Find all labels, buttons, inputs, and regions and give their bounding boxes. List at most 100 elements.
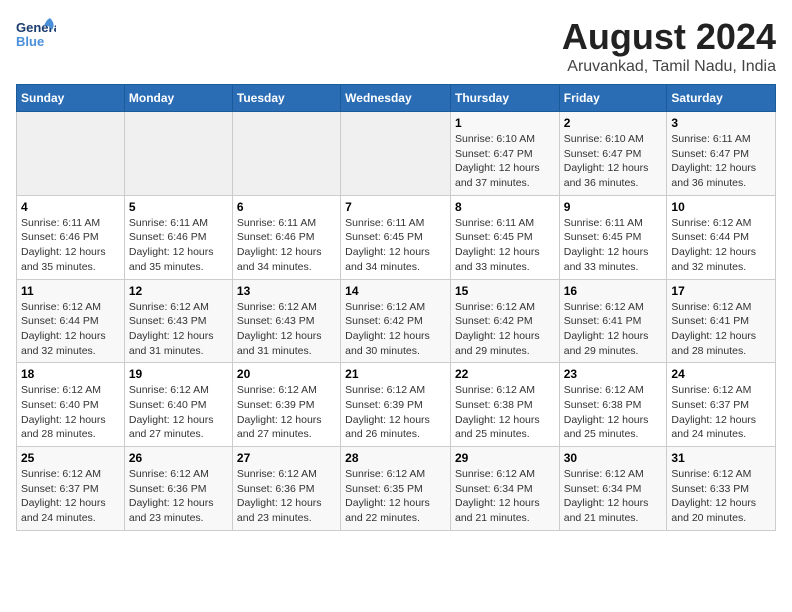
calendar-day-cell: 11 Sunrise: 6:12 AM Sunset: 6:44 PM Dayli… <box>17 279 125 363</box>
calendar-day-cell: 1 Sunrise: 6:10 AM Sunset: 6:47 PM Daylig… <box>450 112 559 196</box>
day-info: Sunrise: 6:12 AM Sunset: 6:40 PM Dayligh… <box>21 383 120 442</box>
calendar-day-cell <box>341 112 451 196</box>
calendar-day-cell: 25 Sunrise: 6:12 AM Sunset: 6:37 PM Dayli… <box>17 447 125 531</box>
calendar-week-row: 4 Sunrise: 6:11 AM Sunset: 6:46 PM Daylig… <box>17 195 776 279</box>
day-number: 10 <box>671 200 771 214</box>
day-of-week-header: Saturday <box>667 85 776 112</box>
calendar-day-cell: 4 Sunrise: 6:11 AM Sunset: 6:46 PM Daylig… <box>17 195 125 279</box>
day-number: 7 <box>345 200 446 214</box>
day-number: 20 <box>237 367 336 381</box>
page-title: August 2024 <box>562 16 776 58</box>
calendar-table: SundayMondayTuesdayWednesdayThursdayFrid… <box>16 84 776 531</box>
calendar-week-row: 11 Sunrise: 6:12 AM Sunset: 6:44 PM Dayli… <box>17 279 776 363</box>
day-number: 17 <box>671 284 771 298</box>
day-info: Sunrise: 6:12 AM Sunset: 6:33 PM Dayligh… <box>671 467 771 526</box>
day-info: Sunrise: 6:12 AM Sunset: 6:44 PM Dayligh… <box>21 300 120 359</box>
day-number: 27 <box>237 451 336 465</box>
day-info: Sunrise: 6:12 AM Sunset: 6:40 PM Dayligh… <box>129 383 228 442</box>
calendar-week-row: 18 Sunrise: 6:12 AM Sunset: 6:40 PM Dayli… <box>17 363 776 447</box>
calendar-day-cell: 22Sunrise: 6:12 AM Sunset: 6:38 PM Dayli… <box>450 363 559 447</box>
calendar-week-row: 25 Sunrise: 6:12 AM Sunset: 6:37 PM Dayli… <box>17 447 776 531</box>
calendar-day-cell: 16Sunrise: 6:12 AM Sunset: 6:41 PM Dayli… <box>559 279 667 363</box>
calendar-day-cell: 23 Sunrise: 6:12 AM Sunset: 6:38 PM Dayli… <box>559 363 667 447</box>
day-info: Sunrise: 6:11 AM Sunset: 6:45 PM Dayligh… <box>345 216 446 275</box>
day-number: 3 <box>671 116 771 130</box>
calendar-day-cell: 24 Sunrise: 6:12 AM Sunset: 6:37 PM Dayli… <box>667 363 776 447</box>
day-number: 4 <box>21 200 120 214</box>
calendar-day-cell: 12 Sunrise: 6:12 AM Sunset: 6:43 PM Dayli… <box>124 279 232 363</box>
day-number: 21 <box>345 367 446 381</box>
day-number: 15 <box>455 284 555 298</box>
calendar-day-cell: 28Sunrise: 6:12 AM Sunset: 6:35 PM Dayli… <box>341 447 451 531</box>
day-info: Sunrise: 6:11 AM Sunset: 6:46 PM Dayligh… <box>129 216 228 275</box>
calendar-day-cell: 2Sunrise: 6:10 AM Sunset: 6:47 PM Daylig… <box>559 112 667 196</box>
day-number: 1 <box>455 116 555 130</box>
day-info: Sunrise: 6:10 AM Sunset: 6:47 PM Dayligh… <box>455 132 555 191</box>
day-info: Sunrise: 6:12 AM Sunset: 6:37 PM Dayligh… <box>21 467 120 526</box>
calendar-day-cell <box>17 112 125 196</box>
page-subtitle: Aruvankad, Tamil Nadu, India <box>562 58 776 76</box>
day-number: 24 <box>671 367 771 381</box>
day-number: 11 <box>21 284 120 298</box>
day-number: 5 <box>129 200 228 214</box>
day-number: 26 <box>129 451 228 465</box>
day-info: Sunrise: 6:12 AM Sunset: 6:34 PM Dayligh… <box>455 467 555 526</box>
calendar-day-cell: 27Sunrise: 6:12 AM Sunset: 6:36 PM Dayli… <box>232 447 340 531</box>
svg-text:Blue: Blue <box>16 34 44 49</box>
calendar-day-cell: 13Sunrise: 6:12 AM Sunset: 6:43 PM Dayli… <box>232 279 340 363</box>
calendar-day-cell: 31 Sunrise: 6:12 AM Sunset: 6:33 PM Dayli… <box>667 447 776 531</box>
page-header: General Blue August 2024 Aruvankad, Tami… <box>16 16 776 76</box>
day-info: Sunrise: 6:12 AM Sunset: 6:38 PM Dayligh… <box>455 383 555 442</box>
day-info: Sunrise: 6:12 AM Sunset: 6:42 PM Dayligh… <box>455 300 555 359</box>
calendar-day-cell: 8Sunrise: 6:11 AM Sunset: 6:45 PM Daylig… <box>450 195 559 279</box>
calendar-day-cell: 6Sunrise: 6:11 AM Sunset: 6:46 PM Daylig… <box>232 195 340 279</box>
day-number: 19 <box>129 367 228 381</box>
day-number: 25 <box>21 451 120 465</box>
day-of-week-header: Tuesday <box>232 85 340 112</box>
day-number: 12 <box>129 284 228 298</box>
logo-icon: General Blue <box>16 16 56 52</box>
title-block: August 2024 Aruvankad, Tamil Nadu, India <box>562 16 776 76</box>
day-info: Sunrise: 6:12 AM Sunset: 6:37 PM Dayligh… <box>671 383 771 442</box>
day-number: 31 <box>671 451 771 465</box>
calendar-day-cell: 30Sunrise: 6:12 AM Sunset: 6:34 PM Dayli… <box>559 447 667 531</box>
day-info: Sunrise: 6:10 AM Sunset: 6:47 PM Dayligh… <box>564 132 663 191</box>
calendar-day-cell: 20 Sunrise: 6:12 AM Sunset: 6:39 PM Dayli… <box>232 363 340 447</box>
day-info: Sunrise: 6:12 AM Sunset: 6:34 PM Dayligh… <box>564 467 663 526</box>
day-info: Sunrise: 6:12 AM Sunset: 6:39 PM Dayligh… <box>237 383 336 442</box>
day-number: 14 <box>345 284 446 298</box>
day-info: Sunrise: 6:12 AM Sunset: 6:42 PM Dayligh… <box>345 300 446 359</box>
calendar-day-cell <box>232 112 340 196</box>
calendar-day-cell: 14 Sunrise: 6:12 AM Sunset: 6:42 PM Dayli… <box>341 279 451 363</box>
calendar-day-cell: 7 Sunrise: 6:11 AM Sunset: 6:45 PM Daylig… <box>341 195 451 279</box>
calendar-day-cell: 15 Sunrise: 6:12 AM Sunset: 6:42 PM Dayli… <box>450 279 559 363</box>
day-number: 18 <box>21 367 120 381</box>
calendar-day-cell: 18 Sunrise: 6:12 AM Sunset: 6:40 PM Dayli… <box>17 363 125 447</box>
calendar-day-cell: 17Sunrise: 6:12 AM Sunset: 6:41 PM Dayli… <box>667 279 776 363</box>
calendar-day-cell: 29Sunrise: 6:12 AM Sunset: 6:34 PM Dayli… <box>450 447 559 531</box>
calendar-body: 1 Sunrise: 6:10 AM Sunset: 6:47 PM Daylig… <box>17 112 776 531</box>
calendar-week-row: 1 Sunrise: 6:10 AM Sunset: 6:47 PM Daylig… <box>17 112 776 196</box>
calendar-day-cell <box>124 112 232 196</box>
day-number: 28 <box>345 451 446 465</box>
day-of-week-header: Thursday <box>450 85 559 112</box>
day-info: Sunrise: 6:12 AM Sunset: 6:38 PM Dayligh… <box>564 383 663 442</box>
calendar-day-cell: 26Sunrise: 6:12 AM Sunset: 6:36 PM Dayli… <box>124 447 232 531</box>
day-info: Sunrise: 6:11 AM Sunset: 6:47 PM Dayligh… <box>671 132 771 191</box>
calendar-day-cell: 9Sunrise: 6:11 AM Sunset: 6:45 PM Daylig… <box>559 195 667 279</box>
calendar-day-cell: 5 Sunrise: 6:11 AM Sunset: 6:46 PM Daylig… <box>124 195 232 279</box>
calendar-day-cell: 21Sunrise: 6:12 AM Sunset: 6:39 PM Dayli… <box>341 363 451 447</box>
calendar-header: SundayMondayTuesdayWednesdayThursdayFrid… <box>17 85 776 112</box>
day-number: 9 <box>564 200 663 214</box>
calendar-day-cell: 3 Sunrise: 6:11 AM Sunset: 6:47 PM Daylig… <box>667 112 776 196</box>
day-number: 8 <box>455 200 555 214</box>
day-number: 6 <box>237 200 336 214</box>
day-number: 23 <box>564 367 663 381</box>
day-info: Sunrise: 6:12 AM Sunset: 6:44 PM Dayligh… <box>671 216 771 275</box>
days-of-week-row: SundayMondayTuesdayWednesdayThursdayFrid… <box>17 85 776 112</box>
day-info: Sunrise: 6:12 AM Sunset: 6:43 PM Dayligh… <box>237 300 336 359</box>
day-info: Sunrise: 6:11 AM Sunset: 6:46 PM Dayligh… <box>21 216 120 275</box>
day-info: Sunrise: 6:12 AM Sunset: 6:43 PM Dayligh… <box>129 300 228 359</box>
day-of-week-header: Friday <box>559 85 667 112</box>
day-of-week-header: Wednesday <box>341 85 451 112</box>
